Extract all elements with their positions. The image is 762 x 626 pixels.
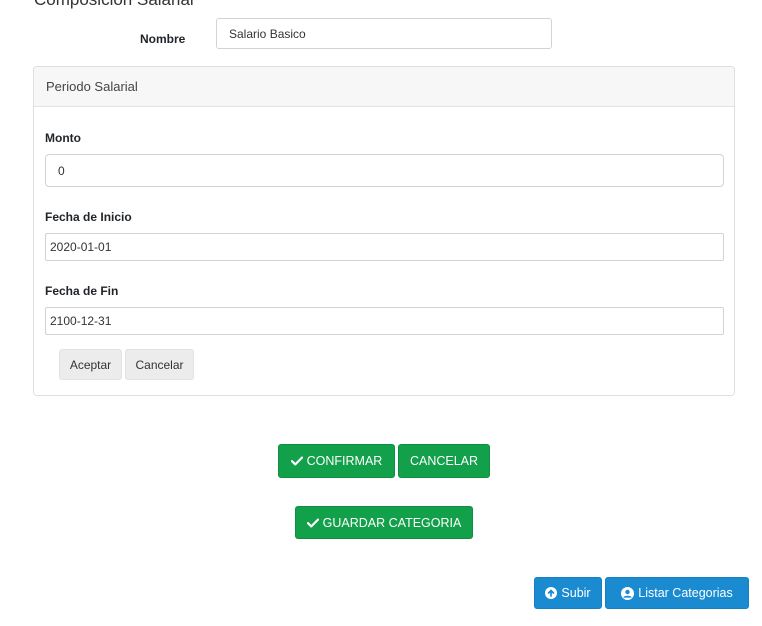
fecha-inicio-label: Fecha de Inicio [45,210,132,224]
listar-label: Listar Categorias [638,586,733,600]
check-icon [290,456,303,466]
check-icon [306,518,319,528]
aceptar-button[interactable]: Aceptar [59,349,122,380]
fecha-inicio-input[interactable] [45,233,724,261]
guardar-categoria-button[interactable]: GUARDAR CATEGORIA [295,506,473,539]
subir-label: Subir [561,586,591,600]
section-title: Composicion Salarial [34,0,194,10]
card-header: Periodo Salarial [34,67,734,107]
cancelar-periodo-button[interactable]: Cancelar [125,349,194,380]
confirmar-label: CONFIRMAR [306,454,383,468]
user-circle-icon [621,586,635,600]
name-input[interactable] [216,18,552,49]
name-label: Nombre [140,32,186,46]
cancelar-button[interactable]: CANCELAR [398,444,490,478]
subir-button[interactable]: Subir [534,577,602,609]
cancelar-label: CANCELAR [409,454,479,468]
fecha-fin-input[interactable] [45,307,724,335]
guardar-label: GUARDAR CATEGORIA [322,515,462,530]
monto-input[interactable] [45,154,724,187]
arrow-circle-up-icon [545,587,558,599]
card-header-title: Periodo Salarial [46,79,138,94]
monto-label: Monto [45,131,81,145]
confirmar-button[interactable]: CONFIRMAR [278,444,395,478]
listar-categorias-button[interactable]: Listar Categorias [605,577,749,609]
fecha-fin-label: Fecha de Fin [45,284,119,298]
periodo-salarial-card: Periodo Salarial Monto Fecha de Inicio F… [33,66,735,396]
